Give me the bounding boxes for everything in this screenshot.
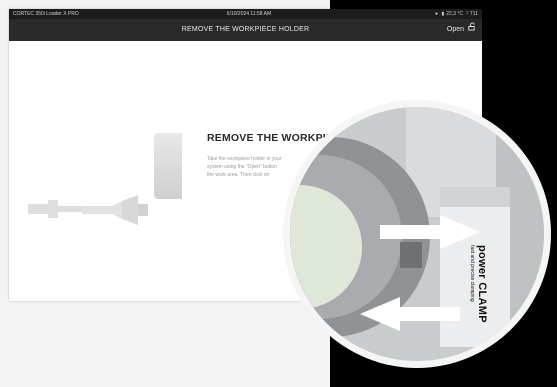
unlock-icon — [467, 19, 476, 41]
title-bar: REMOVE THE WORKPIECE HOLDER Open — [9, 19, 482, 41]
workpiece-holder-illustration — [154, 133, 182, 199]
brand-logo: power CLAMP fast and precise clamping — [469, 245, 492, 323]
brand-name: power CLAMP — [476, 245, 488, 323]
date-time: 6/10/2024 11:58 AM — [226, 11, 272, 17]
open-label: Open — [446, 26, 464, 33]
open-button[interactable]: Open — [447, 19, 476, 41]
page-title: REMOVE THE WORKPIECE HOLDER — [181, 26, 310, 33]
thermometer-icon: ▮ — [441, 11, 445, 17]
status-indicators: ● ▮ 22,3 °C ! T11 — [433, 9, 478, 19]
zoom-magnifier: power CLAMP fast and precise clamping — [283, 100, 551, 368]
status-extra: T11 — [469, 11, 478, 17]
tool-illustration — [28, 195, 148, 225]
zoom-photo: power CLAMP fast and precise clamping — [290, 107, 544, 361]
globe-icon: ● — [435, 11, 439, 17]
temperature-readout: 22,3 °C — [446, 11, 463, 17]
device-name: CORTEC 350i Loader X PRO — [13, 11, 79, 17]
status-bar: CORTEC 350i Loader X PRO 6/10/2024 11:58… — [9, 9, 482, 19]
alert-icon: ! — [466, 11, 468, 17]
brand-tagline: fast and precise clamping — [469, 245, 475, 302]
